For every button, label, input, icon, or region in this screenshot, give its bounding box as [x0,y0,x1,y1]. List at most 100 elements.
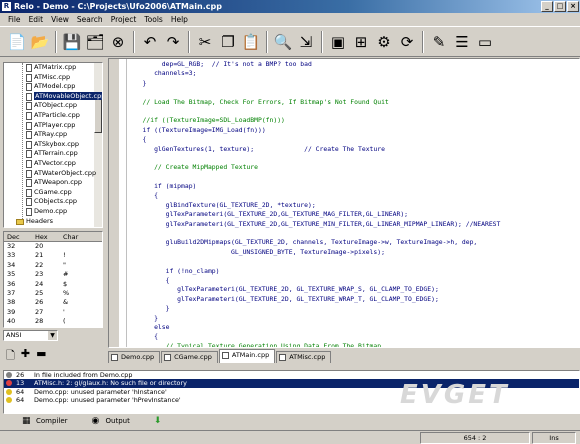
remove-icon[interactable]: ▬ [36,347,46,366]
maximize-button[interactable]: □ [554,1,566,12]
tree-item-label: ATMatrix.cpp [34,63,77,71]
tree-item[interactable]: ATVector.cpp [4,159,102,169]
menu-search[interactable]: Search [73,13,107,26]
ascii-row[interactable]: 37 25% [4,289,102,298]
code-line: { [131,135,147,144]
ascii-hex: 29 [32,327,60,328]
tree-item[interactable]: ATMovableObject.cpp [4,91,102,102]
ascii-row[interactable]: 4129) [4,327,102,328]
ascii-row[interactable]: 40 28 ( [4,317,102,326]
tree-folder-headers[interactable]: Headers [4,217,102,227]
tree-item[interactable]: CGame.cpp [4,188,102,198]
toolbar-separator [133,30,135,53]
minimize-button[interactable]: _ [541,1,553,12]
tree-item[interactable]: ATTerrain.cpp [4,149,102,159]
menu-help[interactable]: Help [167,13,192,26]
goto-button[interactable]: ⇲ [295,30,317,54]
tree-item[interactable]: ATObject.cpp [4,101,102,111]
rebuild-button[interactable]: ⚙ [373,30,395,54]
line-number: 64 [16,396,25,405]
col-hex: Hex [35,233,48,241]
ascii-row[interactable]: 38 26 & [4,298,102,307]
tab-compiler[interactable]: ▦ Compiler [8,414,68,428]
tree-item-label: ATTerrain.cpp [34,149,78,158]
tree-item[interactable]: Demo.cpp [4,207,102,217]
options-button[interactable]: ☰ [451,30,473,54]
new-item-icon[interactable]: 🗋 [6,347,15,366]
ascii-table: Dec Hex Char 32 20 33 21! 34 22 " 35 23 #36 24 $37 2… [3,231,103,328]
build-button[interactable]: ▣ [327,30,349,54]
close-window-button[interactable]: × [567,1,579,12]
ascii-char: # [63,270,69,279]
ascii-dec: 41 [4,327,32,328]
cut-button[interactable]: ✂ [194,30,216,54]
code-line: { [131,191,158,200]
file-icon [26,198,32,207]
copy-button[interactable]: ❐ [217,30,239,54]
editor-tab[interactable]: ATMain.cpp [218,349,276,363]
find-button[interactable]: 🔍 [272,30,294,54]
project-tree[interactable]: ATMatrix.cpp ATMisc.cpp ATModel.cpp ATMovab… [3,62,103,228]
tools-button[interactable]: ✎ [428,30,450,54]
window-title: Relo - Demo - C:\Projects\Ufo2006\ATMain… [14,2,222,11]
watermark: EVGET [400,380,510,410]
menu-edit[interactable]: Edit [25,13,48,26]
code-text[interactable]: dep=GL_RGB; // It's not a BMP? too bad c… [131,60,501,347]
tree-item[interactable]: ATWeapon.cpp [4,178,102,188]
tree-item[interactable]: ATPlayer.cpp [4,121,102,131]
ascii-row[interactable]: 32 20 [4,242,102,251]
menu-tools[interactable]: Tools [140,13,166,26]
tree-item[interactable]: ATWaterObject.cpp [4,169,102,179]
tree-item[interactable]: ATRay.cpp [4,130,102,140]
new-file-button[interactable]: 📄 [6,30,28,54]
code-line: glBindTexture(GL_TEXTURE_2D, *texture); [131,200,316,209]
code-editor[interactable]: dep=GL_RGB; // It's not a BMP? too bad c… [108,58,580,348]
menu-view[interactable]: View [47,13,73,26]
ascii-row[interactable]: 33 21! [4,251,102,260]
ascii-row[interactable]: 35 23 # [4,270,102,279]
ascii-row[interactable]: 39 27 ' [4,308,102,317]
tree-item[interactable]: ATMatrix.cpp [4,63,102,73]
output-line[interactable]: 26 In file included from Demo.cpp [4,371,579,379]
open-file-button[interactable]: 📂 [29,30,51,54]
code-line: GL_UNSIGNED_BYTE, TextureImage->pixels); [131,247,385,256]
editor-tab[interactable]: ATMisc.cpp [276,351,332,363]
menu-project[interactable]: Project [107,13,141,26]
tree-item[interactable]: ATSkybox.cpp [4,140,102,150]
window-button[interactable]: ▭ [474,30,496,54]
ascii-dec: 36 [7,279,16,288]
tree-item[interactable]: CObjects.cpp [4,197,102,207]
close-button[interactable]: ⊗ [107,30,129,54]
code-line: glTexParameteri(GL_TEXTURE_2D, GL_TEXTUR… [131,294,439,303]
undo-button[interactable]: ↶ [139,30,161,54]
tab-output[interactable]: ◉ Output [78,414,130,428]
tree-item[interactable]: ATParticle.cpp [4,111,102,121]
run-button[interactable]: ⟳ [396,30,418,54]
code-line: } [131,78,147,87]
chevron-down-icon[interactable]: ▼ [48,331,57,340]
menu-file[interactable]: File [4,13,25,26]
redo-button[interactable]: ↷ [162,30,184,54]
encoding-select[interactable]: ANSI ▼ [3,330,58,341]
toolbar-separator [422,30,424,53]
editor-tab-label: ATMisc.cpp [289,353,326,361]
tree-item[interactable]: ATModel.cpp [4,82,102,92]
tree-item[interactable]: ATMisc.cpp [4,73,102,83]
code-line: if (mipmap) [131,182,197,191]
add-icon[interactable]: ✚ [21,347,30,366]
tree-item-label: ATRay.cpp [34,130,68,139]
save-button[interactable]: 💾 [61,30,83,54]
paste-button[interactable]: 📋 [240,30,262,54]
ascii-row[interactable]: 34 22 " [4,261,102,270]
ascii-row[interactable]: 36 24 $ [4,280,102,289]
ascii-hex: 23 [35,270,44,279]
save-all-button[interactable]: 🗂 [84,30,106,54]
compile-button[interactable]: ⊞ [350,30,372,54]
file-icon [26,159,32,168]
editor-tab[interactable]: CGame.cpp [161,351,218,363]
arrow-down-icon: ⬇ [153,416,162,426]
message-icon [6,388,12,395]
tab-download[interactable]: ⬇ [140,414,162,428]
ascii-dec: 38 [7,298,16,307]
editor-tab[interactable]: Demo.cpp [108,351,161,363]
